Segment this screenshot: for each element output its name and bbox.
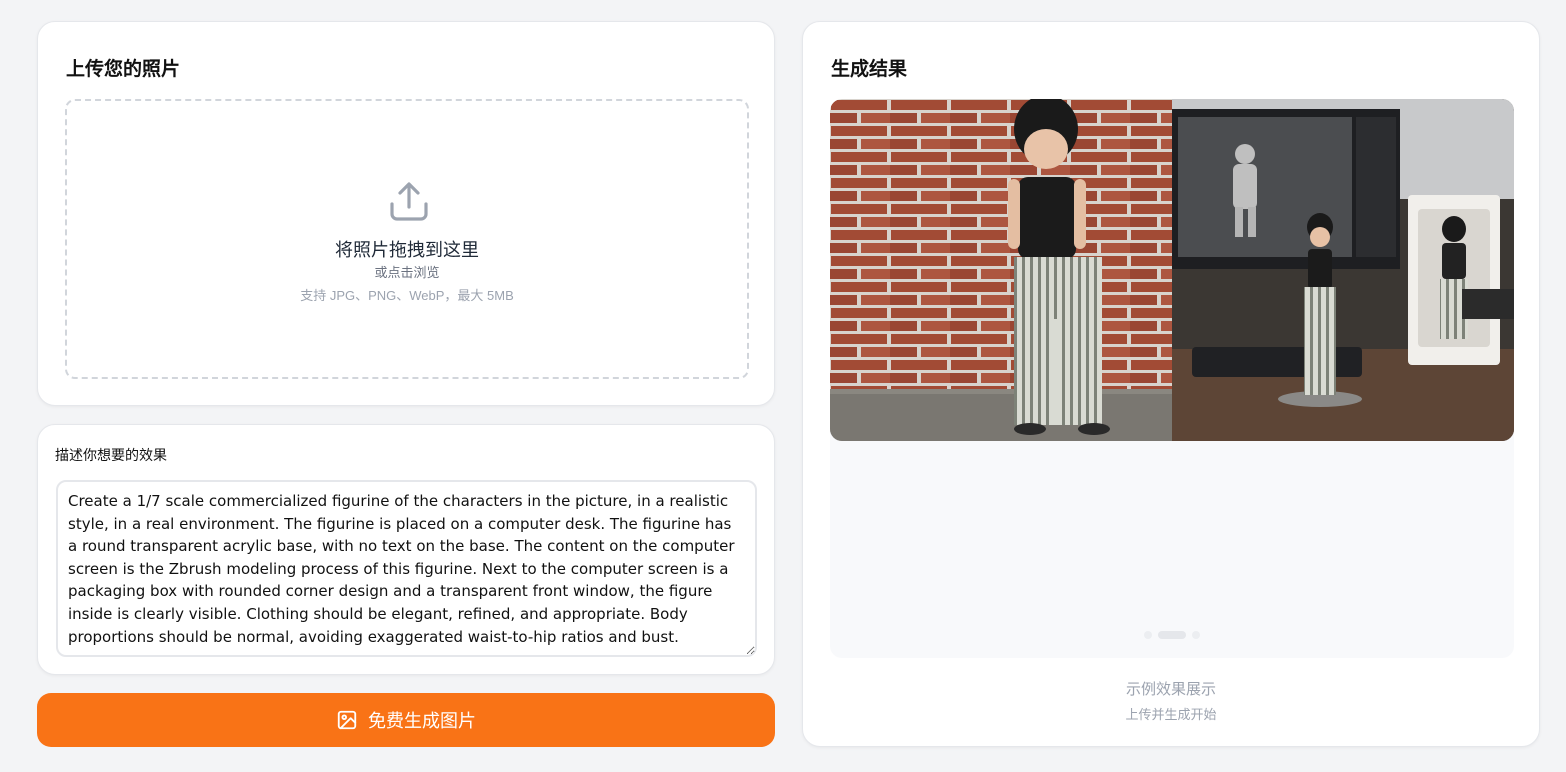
browse-text[interactable]: 或点击浏览	[67, 262, 747, 281]
upload-dropzone[interactable]: 将照片拖拽到这里 或点击浏览 支持 JPG、PNG、WebP，最大 5MB	[65, 99, 749, 379]
example-image	[830, 99, 1514, 441]
carousel-dot[interactable]	[1144, 631, 1152, 639]
prompt-card: 描述你想要的效果 Create a 1/7 scale commercializ…	[37, 424, 775, 675]
image-icon	[337, 710, 357, 730]
example-subcaption: 上传并生成开始	[1125, 707, 1217, 722]
carousel-dot-active[interactable]	[1158, 631, 1186, 639]
prompt-label: 描述你想要的效果	[55, 447, 167, 463]
result-card: 生成结果 示例效果展示 上传并生成开始	[802, 21, 1540, 747]
generate-button-label: 免费生成图片	[368, 711, 476, 731]
carousel-dot[interactable]	[1192, 631, 1200, 639]
generate-button[interactable]: 免费生成图片	[37, 693, 775, 747]
drop-title: 将照片拖拽到这里	[335, 240, 479, 260]
upload-title: 上传您的照片	[66, 59, 181, 80]
upload-icon	[390, 182, 428, 221]
example-caption: 示例效果展示	[1125, 681, 1216, 698]
formats-hint: 支持 JPG、PNG、WebP，最大 5MB	[300, 288, 514, 303]
upload-card: 上传您的照片 将照片拖拽到这里 或点击浏览 支持 JPG、PNG、WebP，最大…	[37, 21, 775, 406]
preview-area	[830, 99, 1514, 658]
prompt-textarea[interactable]: Create a 1/7 scale commercialized figuri…	[56, 480, 757, 657]
result-title: 生成结果	[831, 59, 908, 80]
carousel-dots	[830, 631, 1514, 639]
